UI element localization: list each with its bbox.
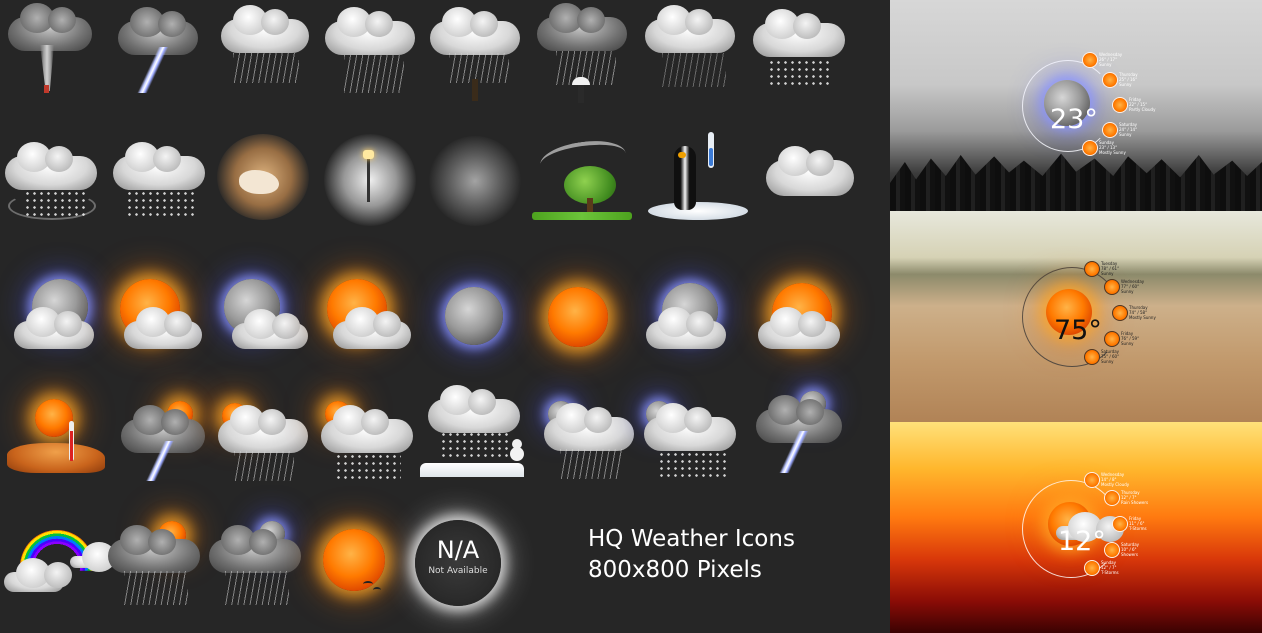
- preview-sunset-panel: 12° Wednesday 14° / 8° Mostly Cloudy Thu…: [890, 422, 1262, 633]
- hail-wind-icon: [0, 140, 100, 240]
- sun-birds-icon: [305, 515, 405, 615]
- drizzle-icon: [640, 5, 740, 105]
- forecast-day: Thursday 25° / 16° Sunny: [1102, 72, 1192, 88]
- forecast-condition: Partly Cloudy: [1129, 107, 1156, 112]
- snow-cloud-icon: [748, 5, 848, 105]
- forecast-condition: Mostly Cloudy: [1101, 482, 1130, 487]
- night-cloudy-icon: [640, 265, 740, 365]
- night-partly-cloudy-icon: [10, 265, 110, 365]
- forecast-rain-icon: [1104, 490, 1120, 506]
- snow-flurries-icon: [108, 140, 208, 240]
- forecast-condition: Sunny: [1119, 132, 1132, 137]
- forecast-condition: Rain Showers: [1121, 500, 1149, 505]
- night-heavy-rain-icon: [205, 515, 305, 615]
- forecast-day: Saturday 75° / 60° Sunny: [1084, 349, 1174, 365]
- forecast-storm-icon: [1084, 560, 1100, 576]
- hot-desert-icon: [5, 395, 105, 495]
- current-temperature: 12°: [1058, 526, 1106, 557]
- forecast-day: Sunday 12° / 7° T-Storms: [1084, 560, 1174, 576]
- icon-sheet: N/A Not Available HQ Weather Icons 800x8…: [0, 0, 890, 633]
- forecast-condition: T-Storms: [1101, 570, 1119, 575]
- forecast-day: Thursday 12° / 7° Rain Showers: [1104, 490, 1194, 506]
- rainbow-icon: [0, 520, 138, 620]
- forecast-day: Friday 22° / 15° Partly Cloudy: [1112, 97, 1202, 113]
- forecast-condition: Mostly Sunny: [1129, 315, 1156, 320]
- na-title: N/A: [436, 536, 480, 564]
- current-temperature: 23°: [1050, 104, 1098, 135]
- na-subtitle: Not Available: [428, 566, 488, 576]
- sunny-icon: [530, 265, 630, 365]
- forecast-day: Saturday 24° / 14° Sunny: [1102, 122, 1192, 138]
- forecast-sun-icon: [1084, 349, 1100, 365]
- rain-umbrella-icon: [532, 3, 632, 105]
- forecast-day: Wednesday 77° / 60° Sunny: [1104, 279, 1194, 295]
- forecast-sun-icon: [1084, 261, 1100, 277]
- fog-streetlamp-icon: [320, 130, 420, 230]
- night-thunderstorm-icon: [750, 385, 850, 485]
- rain-icon: [213, 5, 313, 105]
- snowman-icon: [420, 385, 524, 485]
- forecast-sun-icon: [1104, 279, 1120, 295]
- night-mostly-cloudy-icon: [210, 265, 310, 365]
- night-snow-icon: [638, 395, 738, 495]
- forecast-day: Thursday 74° / 58° Mostly Sunny: [1112, 305, 1202, 321]
- forecast-sun-icon: [1104, 331, 1120, 347]
- windy-tree-icon: [532, 128, 632, 228]
- dust-storm-icon: [213, 130, 313, 230]
- forecast-sun-icon: [1102, 72, 1118, 88]
- day-thunderstorm-icon: [115, 395, 215, 495]
- tornado-icon: [0, 3, 100, 105]
- day-rain-icon: [210, 395, 310, 495]
- day-partly-cloudy-icon: [106, 265, 206, 365]
- night-rain-icon: [538, 395, 638, 495]
- heavy-rain-icon: [320, 5, 420, 105]
- forecast-day: Wednesday 14° / 8° Mostly Cloudy: [1084, 472, 1174, 488]
- caption: HQ Weather Icons 800x800 Pixels: [588, 524, 795, 586]
- caption-size: 800x800 Pixels: [588, 557, 762, 583]
- forest-silhouette: [890, 153, 1262, 211]
- forecast-condition: Sunny: [1099, 62, 1112, 67]
- day-snow-icon: [315, 395, 415, 495]
- thunderstorm-icon: [108, 5, 208, 105]
- smoke-icon: [425, 130, 525, 230]
- forecast-condition: Sunny: [1121, 289, 1134, 294]
- forecast-cloud-icon: [1084, 472, 1100, 488]
- cloudy-icon: [758, 130, 858, 230]
- day-heavy-rain-icon: [104, 515, 204, 615]
- forecast-condition: Sunny: [1119, 82, 1132, 87]
- forecast-sun-icon: [1112, 305, 1128, 321]
- rain-umbrella-person-icon: [425, 5, 525, 105]
- forecast-day: Wednesday 26° / 17° Sunny: [1082, 52, 1172, 68]
- forecast-condition: Sunny: [1121, 341, 1134, 346]
- forecast-condition: Sunny: [1101, 359, 1114, 364]
- forecast-rain-icon: [1104, 542, 1120, 558]
- forecast-day: Friday 76° / 59° Sunny: [1104, 331, 1194, 347]
- forecast-condition: Mostly Sunny: [1099, 150, 1126, 155]
- current-temperature: 75°: [1054, 315, 1102, 346]
- clear-night-icon: [425, 265, 525, 365]
- preview-sand-panel: 75° Tuesday 78° / 61° Sunny Wednesday 77…: [890, 211, 1262, 422]
- caption-title: HQ Weather Icons: [588, 526, 795, 552]
- forecast-sun-icon: [1082, 140, 1098, 156]
- forecast-storm-icon: [1112, 516, 1128, 532]
- forecast-sun-icon: [1102, 122, 1118, 138]
- forecast-sun-icon: [1112, 97, 1128, 113]
- forecast-sun-icon: [1082, 52, 1098, 68]
- forecast-condition: Sunny: [1101, 271, 1114, 276]
- forecast-day: Friday 11° / 6° T-Storms: [1112, 516, 1202, 532]
- forecast-condition: T-Storms: [1129, 526, 1147, 531]
- cold-penguin-icon: [648, 128, 748, 228]
- not-available-icon: N/A Not Available: [415, 520, 501, 606]
- day-mostly-cloudy-icon: [315, 265, 415, 365]
- forecast-day: Sunday 23° / 13° Mostly Sunny: [1082, 140, 1172, 156]
- preview-fog-panel: 23° Wednesday 26° / 17° Sunny Thursday 2…: [890, 0, 1262, 211]
- forecast-day: Saturday 10° / 6° Showers: [1104, 542, 1194, 558]
- forecast-condition: Showers: [1121, 552, 1138, 557]
- forecast-day: Tuesday 78° / 61° Sunny: [1084, 261, 1174, 277]
- day-cloudy-icon: [752, 265, 852, 365]
